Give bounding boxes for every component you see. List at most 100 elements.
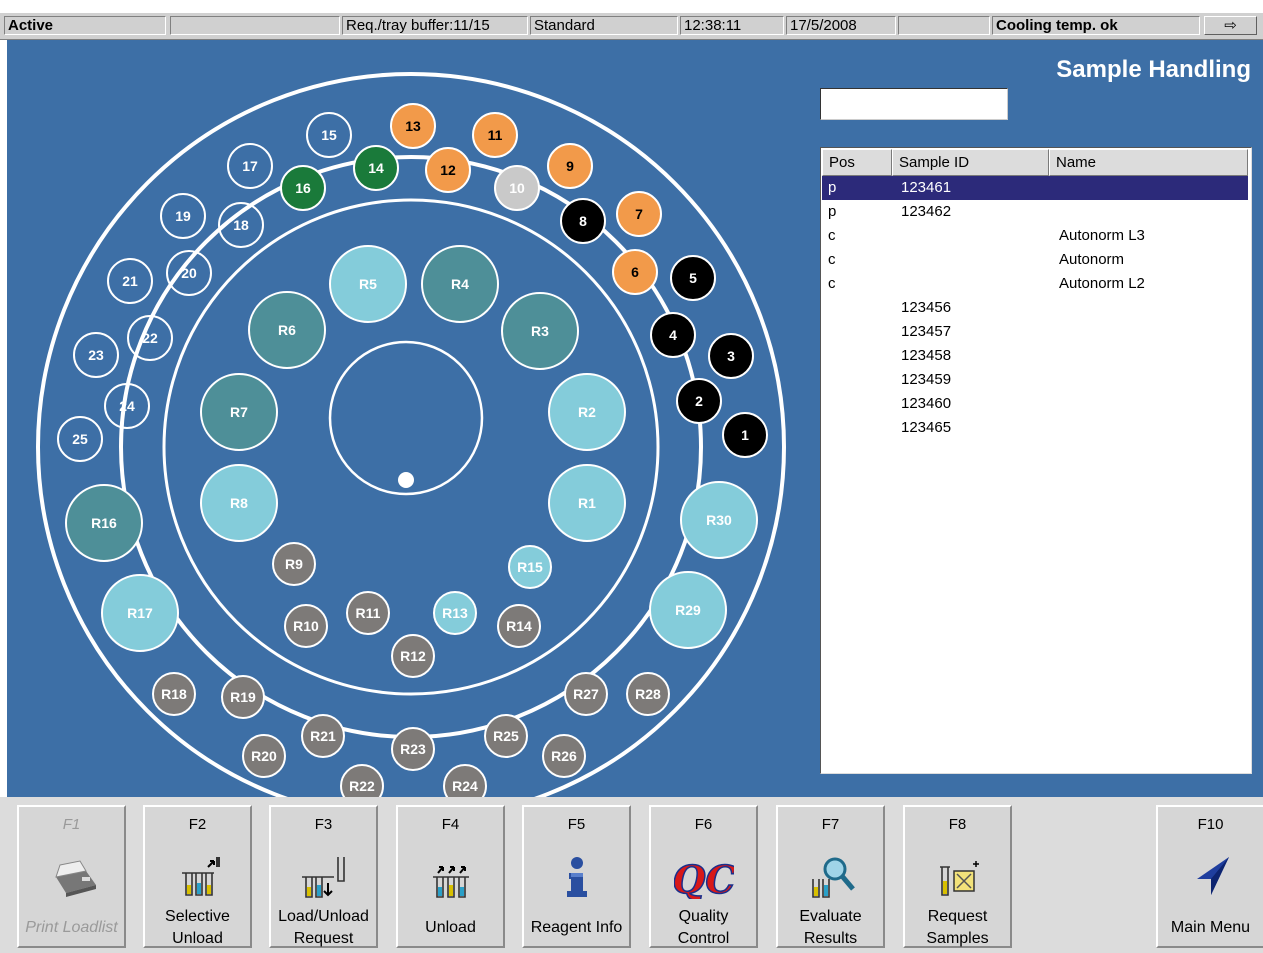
sample-position-10[interactable]: 10 bbox=[494, 165, 540, 211]
cell-pos: c bbox=[828, 275, 836, 292]
reagent-position-R19[interactable]: R19 bbox=[221, 675, 265, 719]
column-header-pos[interactable]: Pos bbox=[822, 149, 892, 176]
sample-position-14[interactable]: 14 bbox=[353, 145, 399, 191]
reagent-position-R14[interactable]: R14 bbox=[497, 604, 541, 648]
unload-icon bbox=[398, 855, 503, 899]
status-date: 17/5/2008 bbox=[786, 16, 896, 35]
sample-position-12[interactable]: 12 bbox=[425, 147, 471, 193]
reagent-position-R6[interactable]: R6 bbox=[248, 291, 326, 369]
reagent-position-R8[interactable]: R8 bbox=[200, 464, 278, 542]
sample-list[interactable]: Pos Sample ID Name p 123461 p 123462 c Autono… bbox=[820, 147, 1252, 774]
sample-position-2[interactable]: 2 bbox=[676, 378, 722, 424]
svg-text:R3: R3 bbox=[531, 323, 549, 339]
list-row[interactable]: p 123461 bbox=[822, 176, 1248, 200]
function-key-f7[interactable]: F7 Evaluate Results bbox=[776, 805, 885, 948]
svg-text:R12: R12 bbox=[400, 648, 426, 664]
reagent-position-R1[interactable]: R1 bbox=[548, 464, 626, 542]
function-key-f4[interactable]: F4 Unload bbox=[396, 805, 505, 948]
function-key-f1[interactable]: F1 Print Loadlist bbox=[17, 805, 126, 948]
reagent-position-R26[interactable]: R26 bbox=[542, 734, 586, 778]
sample-position-1[interactable]: 1 bbox=[722, 412, 768, 458]
reagent-position-R3[interactable]: R3 bbox=[501, 292, 579, 370]
svg-text:23: 23 bbox=[88, 347, 104, 363]
reagent-position-R4[interactable]: R4 bbox=[421, 245, 499, 323]
reagent-position-R17[interactable]: R17 bbox=[101, 574, 179, 652]
sample-position-19[interactable]: 19 bbox=[160, 193, 206, 239]
svg-text:R27: R27 bbox=[573, 686, 599, 702]
status-time: 12:38:11 bbox=[680, 16, 784, 35]
list-row[interactable]: p 123462 bbox=[822, 200, 1248, 224]
function-key-f8[interactable]: F8 Request Samples bbox=[903, 805, 1012, 948]
reagent-position-R15[interactable]: R15 bbox=[508, 545, 552, 589]
function-key-f3[interactable]: F3 Load/Unload Request bbox=[269, 805, 378, 948]
reagent-position-R29[interactable]: R29 bbox=[649, 571, 727, 649]
function-key-number: F2 bbox=[188, 816, 207, 833]
reagent-position-R20[interactable]: R20 bbox=[242, 734, 286, 778]
sample-position-6[interactable]: 6 bbox=[612, 249, 658, 295]
reagent-position-R27[interactable]: R27 bbox=[564, 672, 608, 716]
list-row[interactable]: 123460 bbox=[822, 392, 1248, 416]
status-empty-1 bbox=[170, 16, 340, 35]
sample-position-5[interactable]: 5 bbox=[670, 255, 716, 301]
function-key-f10[interactable]: F10 Main Menu bbox=[1156, 805, 1263, 948]
reagent-position-R30[interactable]: R30 bbox=[680, 481, 758, 559]
svg-text:R2: R2 bbox=[578, 404, 596, 420]
svg-text:R26: R26 bbox=[551, 748, 577, 764]
reagent-position-R16[interactable]: R16 bbox=[65, 484, 143, 562]
sample-position-7[interactable]: 7 bbox=[616, 191, 662, 237]
sample-position-21[interactable]: 21 bbox=[107, 258, 153, 304]
reagent-position-R7[interactable]: R7 bbox=[200, 373, 278, 451]
function-key-f5[interactable]: F5 Reagent Info bbox=[522, 805, 631, 948]
reagent-position-R18[interactable]: R18 bbox=[152, 672, 196, 716]
svg-text:R1: R1 bbox=[578, 495, 596, 511]
reagent-position-R5[interactable]: R5 bbox=[329, 245, 407, 323]
reagent-position-R24[interactable]: R24 bbox=[443, 764, 487, 797]
list-row[interactable]: 123456 bbox=[822, 296, 1248, 320]
sample-position-23[interactable]: 23 bbox=[73, 332, 119, 378]
reagent-position-R21[interactable]: R21 bbox=[301, 714, 345, 758]
list-row[interactable]: 123458 bbox=[822, 344, 1248, 368]
search-input[interactable] bbox=[820, 88, 1008, 120]
svg-text:11: 11 bbox=[488, 127, 503, 143]
reagent-position-R28[interactable]: R28 bbox=[626, 672, 670, 716]
sample-position-13[interactable]: 13 bbox=[390, 103, 436, 149]
reagent-position-R13[interactable]: R13 bbox=[433, 591, 477, 635]
list-row[interactable]: 123457 bbox=[822, 320, 1248, 344]
function-key-label: Request bbox=[293, 930, 354, 947]
reagent-position-R25[interactable]: R25 bbox=[484, 714, 528, 758]
sample-position-3[interactable]: 3 bbox=[708, 333, 754, 379]
reagent-position-R10[interactable]: R10 bbox=[284, 604, 328, 648]
sample-position-11[interactable]: 11 bbox=[472, 112, 518, 158]
list-row[interactable]: c Autonorm bbox=[822, 248, 1248, 272]
sample-position-9[interactable]: 9 bbox=[547, 143, 593, 189]
svg-text:24: 24 bbox=[119, 398, 135, 414]
reagent-position-R2[interactable]: R2 bbox=[548, 373, 626, 451]
sample-position-15[interactable]: 15 bbox=[306, 112, 352, 158]
sample-position-25[interactable]: 25 bbox=[57, 416, 103, 462]
reagent-position-R9[interactable]: R9 bbox=[272, 542, 316, 586]
sample-position-4[interactable]: 4 bbox=[650, 312, 696, 358]
column-header-sample-id[interactable]: Sample ID bbox=[892, 149, 1049, 176]
list-row[interactable]: c Autonorm L3 bbox=[822, 224, 1248, 248]
column-header-name[interactable]: Name bbox=[1049, 149, 1248, 176]
cell-pos: c bbox=[828, 251, 836, 268]
svg-text:R5: R5 bbox=[359, 276, 377, 292]
function-key-number: F3 bbox=[314, 816, 333, 833]
reagent-position-R22[interactable]: R22 bbox=[340, 764, 384, 797]
svg-text:R22: R22 bbox=[349, 778, 375, 794]
sample-position-17[interactable]: 17 bbox=[227, 143, 273, 189]
function-key-f6[interactable]: F6 QC Quality Control bbox=[649, 805, 758, 948]
list-row[interactable]: 123465 bbox=[822, 416, 1248, 440]
sample-position-8[interactable]: 8 bbox=[560, 198, 606, 244]
back-arrow-icon[interactable]: ⇨ bbox=[1204, 16, 1257, 35]
reagent-position-R12[interactable]: R12 bbox=[391, 634, 435, 678]
reagent-position-R23[interactable]: R23 bbox=[391, 727, 435, 771]
function-key-number: F6 bbox=[694, 816, 713, 833]
reagent-position-R11[interactable]: R11 bbox=[346, 591, 390, 635]
function-key-label: Unload bbox=[425, 919, 476, 936]
list-row[interactable]: 123459 bbox=[822, 368, 1248, 392]
function-key-number: F10 bbox=[1197, 816, 1224, 833]
list-row[interactable]: c Autonorm L2 bbox=[822, 272, 1248, 296]
sample-position-16[interactable]: 16 bbox=[280, 165, 326, 211]
function-key-f2[interactable]: F2 Selective Unload bbox=[143, 805, 252, 948]
